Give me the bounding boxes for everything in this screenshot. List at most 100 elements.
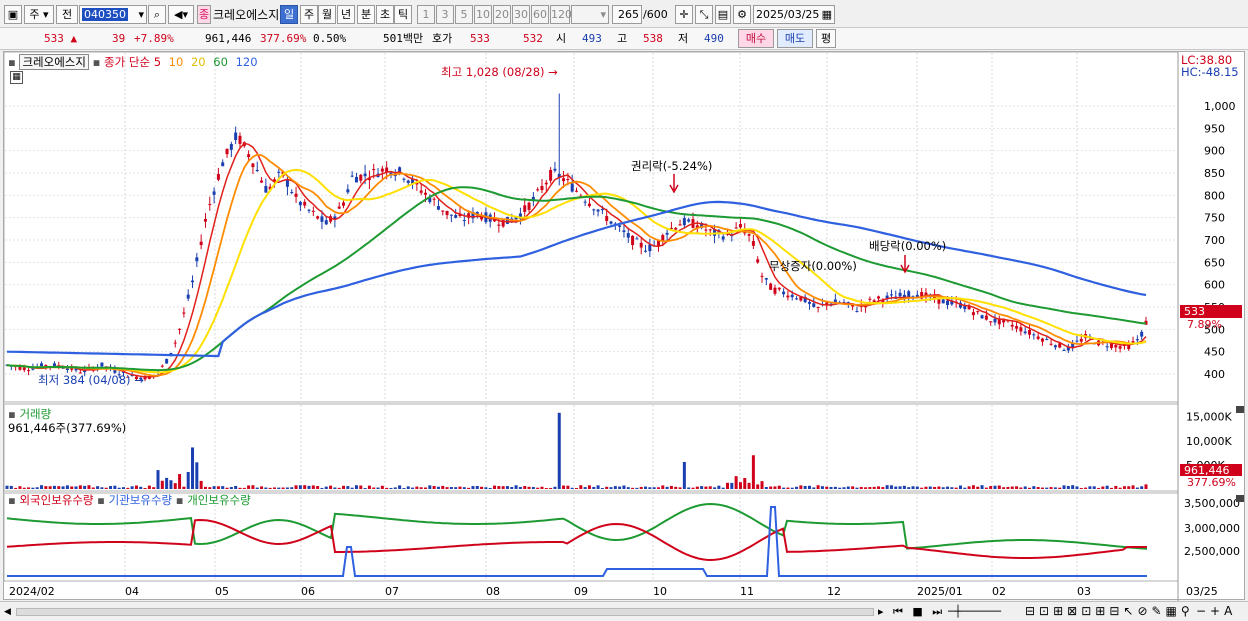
layout-icon[interactable]: ▣ (4, 5, 22, 24)
playback-controls[interactable]: ▸ ⏮ ■ ⏭ (878, 605, 945, 619)
flat-button[interactable]: 평 (816, 29, 836, 48)
interval-tab-3[interactable]: 3 (436, 5, 454, 24)
interval-tab-5[interactable]: 5 (455, 5, 473, 24)
volume-bar-110 (480, 486, 484, 489)
volume-bar-89 (389, 487, 393, 489)
candle-body-53 (234, 132, 238, 141)
candle-body-73 (320, 216, 324, 222)
volume-bar-13 (61, 486, 65, 489)
search-icon[interactable]: ⌕ (148, 5, 166, 24)
candle-body-236 (1023, 331, 1027, 334)
interval-tab-120[interactable]: 120 (550, 5, 572, 24)
volume-bar-72 (316, 486, 320, 489)
volume-bar-62 (272, 487, 276, 489)
legend-ma-label[interactable]: 종가 단순 (104, 55, 150, 69)
period-tab-0[interactable]: 일 (280, 5, 298, 24)
candle-body-249 (1079, 338, 1083, 342)
volume-bar-90 (393, 487, 397, 489)
quote-turnover: 0.50% (313, 32, 347, 45)
volume-bar-235 (1019, 487, 1023, 489)
scroll-left-icon[interactable]: ◀ (4, 605, 14, 619)
legend-individual[interactable]: 개인보유수량 (187, 493, 250, 507)
market-type-select[interactable]: 주 ▾ (24, 5, 54, 24)
volume-bar-231 (1002, 487, 1006, 489)
period-tab-6[interactable]: 틱 (394, 5, 412, 24)
volume-bar-37 (165, 477, 169, 489)
candle-body-138 (600, 208, 604, 211)
interval-tab-20[interactable]: 20 (493, 5, 511, 24)
horizontal-scrollbar[interactable] (16, 608, 874, 616)
buy-button[interactable]: 매수 (738, 29, 774, 48)
volume-bar-56 (247, 485, 251, 489)
volume-bar-178 (773, 486, 777, 489)
volume-bar-28 (126, 487, 130, 489)
sell-button[interactable]: 매도 (777, 29, 813, 48)
period-tab-1[interactable]: 주 (300, 5, 318, 24)
chart-area[interactable]: 1,00095090085080075070065060055050045040… (3, 51, 1246, 601)
volume-bar-21 (96, 486, 100, 489)
volume-bar-194 (842, 487, 846, 489)
candle-body-101 (441, 210, 445, 212)
volume-bar-166 (721, 487, 725, 489)
ask-price: 533 (470, 32, 490, 45)
volume-bar-25 (113, 485, 117, 489)
gear-icon[interactable]: ⚙ (733, 5, 751, 24)
legend-foreign[interactable]: 외국인보유수량 (19, 493, 93, 507)
volume-bar-10 (48, 486, 52, 489)
volume-bar-92 (402, 488, 406, 489)
x-label-10: 2025/01 (917, 585, 963, 598)
legend-ma-120: 120 (235, 55, 258, 69)
volume-bar-173 (751, 455, 755, 489)
candle-body-255 (1105, 346, 1109, 348)
price-chart-svg[interactable]: 1,00095090085080075070065060055050045040… (3, 51, 1246, 601)
save-icon[interactable]: ▤ (715, 5, 731, 24)
x-label-3: 06 (301, 585, 315, 598)
volume-bar-257 (1114, 485, 1118, 489)
volume-title[interactable]: 거래량 (19, 407, 51, 421)
period-tab-2[interactable]: 월 (318, 5, 336, 24)
price-tick-1: 950 (1204, 122, 1225, 135)
volume-bar-99 (432, 485, 436, 489)
candle-body-169 (734, 227, 738, 229)
zoom-slider[interactable]: ─┼────── (948, 605, 1020, 619)
interval-tab-1[interactable]: 1 (417, 5, 435, 24)
candle-body-149 (648, 244, 652, 252)
count-total: /600 (643, 8, 668, 21)
volume-bar-97 (423, 487, 427, 489)
volume-bar-75 (329, 485, 333, 489)
legend-marker: ▪ (8, 55, 16, 69)
interval-select[interactable]: ▾ (571, 5, 609, 24)
date-input[interactable]: 2025/03/25 ▦ (753, 5, 835, 24)
period-tab-4[interactable]: 분 (357, 5, 375, 24)
prev-button[interactable]: 전 (56, 5, 78, 24)
candle-body-262 (1135, 339, 1139, 341)
sound-icon[interactable]: ◀▾ (168, 5, 194, 24)
chart-tools[interactable]: ⊟⊡⊞⊠⊡⊞⊟↖⊘✎▦⚲ (1025, 604, 1194, 619)
period-tab-5[interactable]: 초 (376, 5, 394, 24)
interval-tab-30[interactable]: 30 (512, 5, 530, 24)
event-dividend: 배당락(0.00%) (869, 239, 946, 253)
crosshair-icon[interactable]: ✛ (675, 5, 693, 24)
price-value: 533 (44, 32, 64, 45)
legend-institution[interactable]: 기관보유수량 (109, 493, 172, 507)
zoom-buttons[interactable]: −+A (1196, 604, 1236, 619)
count-input[interactable]: 265 (612, 5, 642, 24)
period-tab-3[interactable]: 년 (337, 5, 355, 24)
zoom-out-icon[interactable]: ⤡ (695, 5, 713, 24)
candle-body-238 (1032, 334, 1036, 336)
interval-tab-60[interactable]: 60 (531, 5, 549, 24)
grid-icon[interactable]: ▦ (10, 71, 23, 84)
stock-code-input[interactable]: 040350 ▾ (79, 5, 147, 24)
legend-stock-name[interactable]: 크레오에스지 (19, 54, 89, 70)
volume-bar-45 (199, 480, 203, 489)
candle-body-209 (907, 291, 911, 298)
candle-body-9 (44, 365, 48, 367)
volume-bar-138 (600, 488, 604, 489)
open-value: 493 (582, 32, 602, 45)
volume-bar-220 (954, 487, 958, 489)
interval-tab-10[interactable]: 10 (474, 5, 492, 24)
x-label-13: 03/25 (1186, 585, 1218, 598)
candle-body-41 (182, 312, 186, 314)
candle-body-82 (359, 174, 363, 181)
legend-ma-5: 5 (153, 55, 162, 69)
